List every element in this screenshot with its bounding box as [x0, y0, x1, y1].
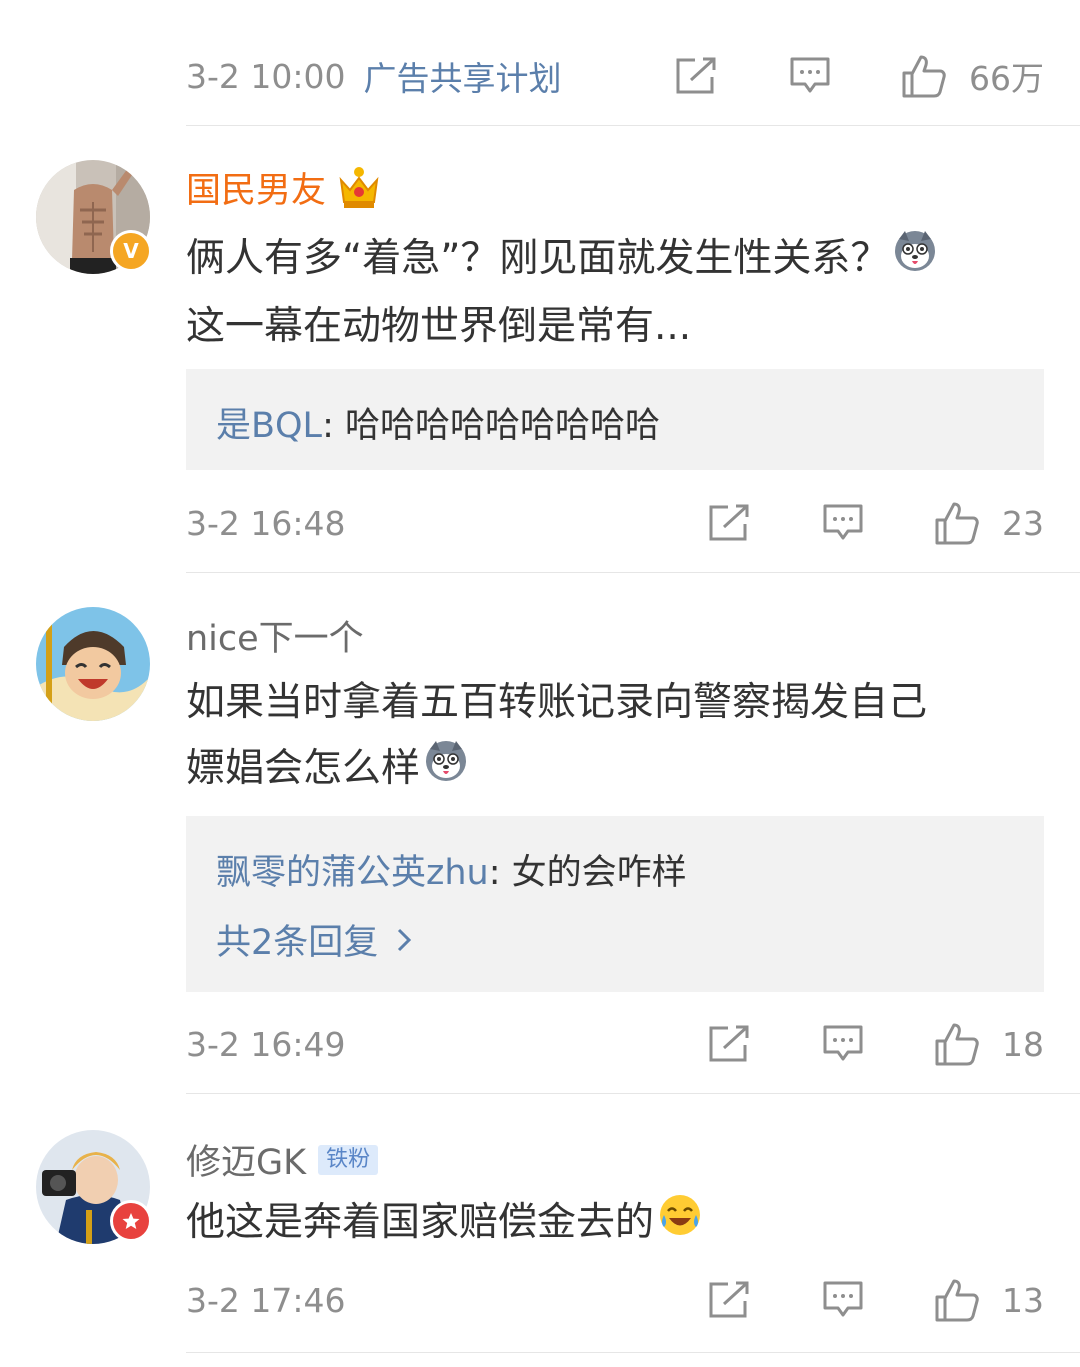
comment-icon[interactable] [789, 56, 831, 96]
share-icon[interactable] [708, 1281, 750, 1319]
reply-text: : 女的会咋样 [488, 853, 687, 893]
comment-meta-row: 3-2 17:46 13 [186, 1270, 1044, 1330]
comment-actions: 13 [708, 1278, 1044, 1322]
comment-line: 如果当时拿着五百转账记录向警察揭发自己 [186, 680, 928, 725]
reply-line: 是BQL: 哈哈哈哈哈哈哈哈哈 [216, 397, 660, 448]
dog-emoji-icon [424, 738, 468, 804]
comment-text: 他这是奔着国家赔偿金去的 [186, 1190, 1046, 1258]
comment-username[interactable]: 国民男友 [186, 162, 380, 213]
reply-username[interactable]: 飘零的蒲公英zhu [216, 853, 489, 893]
post-actions: 66万 [675, 52, 1044, 100]
chevron-right-icon [396, 927, 412, 953]
like-icon[interactable] [934, 501, 980, 545]
comment-line: 他这是奔着国家赔偿金去的 [186, 1200, 655, 1245]
comment-line: 俩人有多“着急”？刚见面就发生性关系？ [186, 236, 890, 281]
reply-preview[interactable]: 飘零的蒲公英zhu: 女的会咋样 共2条回复 [186, 816, 1044, 992]
post-meta-row: 3-2 10:00 广告共享计划 66万 [186, 46, 1044, 106]
comment-time: 3-2 16:48 [186, 503, 346, 543]
like-button[interactable]: 66万 [901, 52, 1044, 100]
share-icon[interactable] [708, 504, 750, 542]
comment-icon[interactable] [822, 1280, 864, 1320]
comment-time: 3-2 17:46 [186, 1280, 346, 1320]
comment-actions: 18 [708, 1022, 1044, 1066]
reply-line: 飘零的蒲公英zhu: 女的会咋样 [216, 844, 687, 895]
ad-share-link[interactable]: 广告共享计划 [364, 52, 562, 100]
reply-preview[interactable]: 是BQL: 哈哈哈哈哈哈哈哈哈 [186, 369, 1044, 470]
like-button[interactable]: 13 [934, 1278, 1044, 1322]
share-icon[interactable] [675, 57, 717, 95]
like-icon[interactable] [934, 1278, 980, 1322]
username-text: nice下一个 [186, 619, 364, 659]
comment-time: 3-2 16:49 [186, 1024, 346, 1064]
like-count: 18 [1002, 1024, 1044, 1064]
comment-icon[interactable] [822, 503, 864, 543]
dog-emoji-icon [893, 228, 937, 294]
like-button[interactable]: 18 [934, 1022, 1044, 1066]
divider [186, 1352, 1080, 1353]
view-more-replies-link[interactable]: 共2条回复 [216, 914, 412, 965]
reply-username[interactable]: 是BQL [216, 406, 322, 446]
like-count: 66万 [969, 59, 1044, 98]
laugh-cry-emoji-icon [658, 1192, 702, 1258]
avatar[interactable]: V [36, 160, 152, 274]
avatar-illustration [36, 607, 150, 721]
user-badge-icon [110, 1200, 152, 1242]
like-count: 23 [1002, 503, 1044, 543]
comment-meta-row: 3-2 16:49 18 [186, 1014, 1044, 1074]
crown-icon [338, 166, 380, 210]
like-icon[interactable] [901, 54, 947, 98]
post-time: 3-2 10:00 [186, 56, 346, 96]
comment-line: 嫖娼会怎么样 [186, 746, 421, 791]
like-icon[interactable] [934, 1022, 980, 1066]
comment-actions: 23 [708, 501, 1044, 545]
divider [186, 1093, 1080, 1094]
verified-badge: V [110, 230, 152, 272]
fan-tag-badge: 铁粉 [318, 1144, 379, 1175]
comment-text: 俩人有多“着急”？刚见面就发生性关系？ 这一幕在动物世界倒是常有... [186, 226, 1046, 360]
username-text: 修迈GK [186, 1143, 307, 1183]
username-text: 国民男友 [186, 171, 327, 211]
comment-text: 如果当时拿着五百转账记录向警察揭发自己 嫖娼会怎么样 [186, 670, 1046, 804]
comment-line: 这一幕在动物世界倒是常有... [186, 303, 692, 349]
like-count: 13 [1002, 1280, 1044, 1320]
like-button[interactable]: 23 [934, 501, 1044, 545]
reply-text: : 哈哈哈哈哈哈哈哈哈 [322, 406, 660, 446]
share-icon[interactable] [708, 1025, 750, 1063]
comment-meta-row: 3-2 16:48 23 [186, 493, 1044, 553]
comment-username[interactable]: nice下一个 [186, 610, 364, 661]
more-replies-text: 共2条回复 [216, 923, 379, 963]
avatar[interactable] [36, 607, 150, 721]
divider [186, 572, 1080, 573]
divider [186, 125, 1080, 126]
avatar[interactable] [36, 1130, 152, 1244]
comment-username[interactable]: 修迈GK 铁粉 [186, 1134, 379, 1185]
comment-icon[interactable] [822, 1024, 864, 1064]
